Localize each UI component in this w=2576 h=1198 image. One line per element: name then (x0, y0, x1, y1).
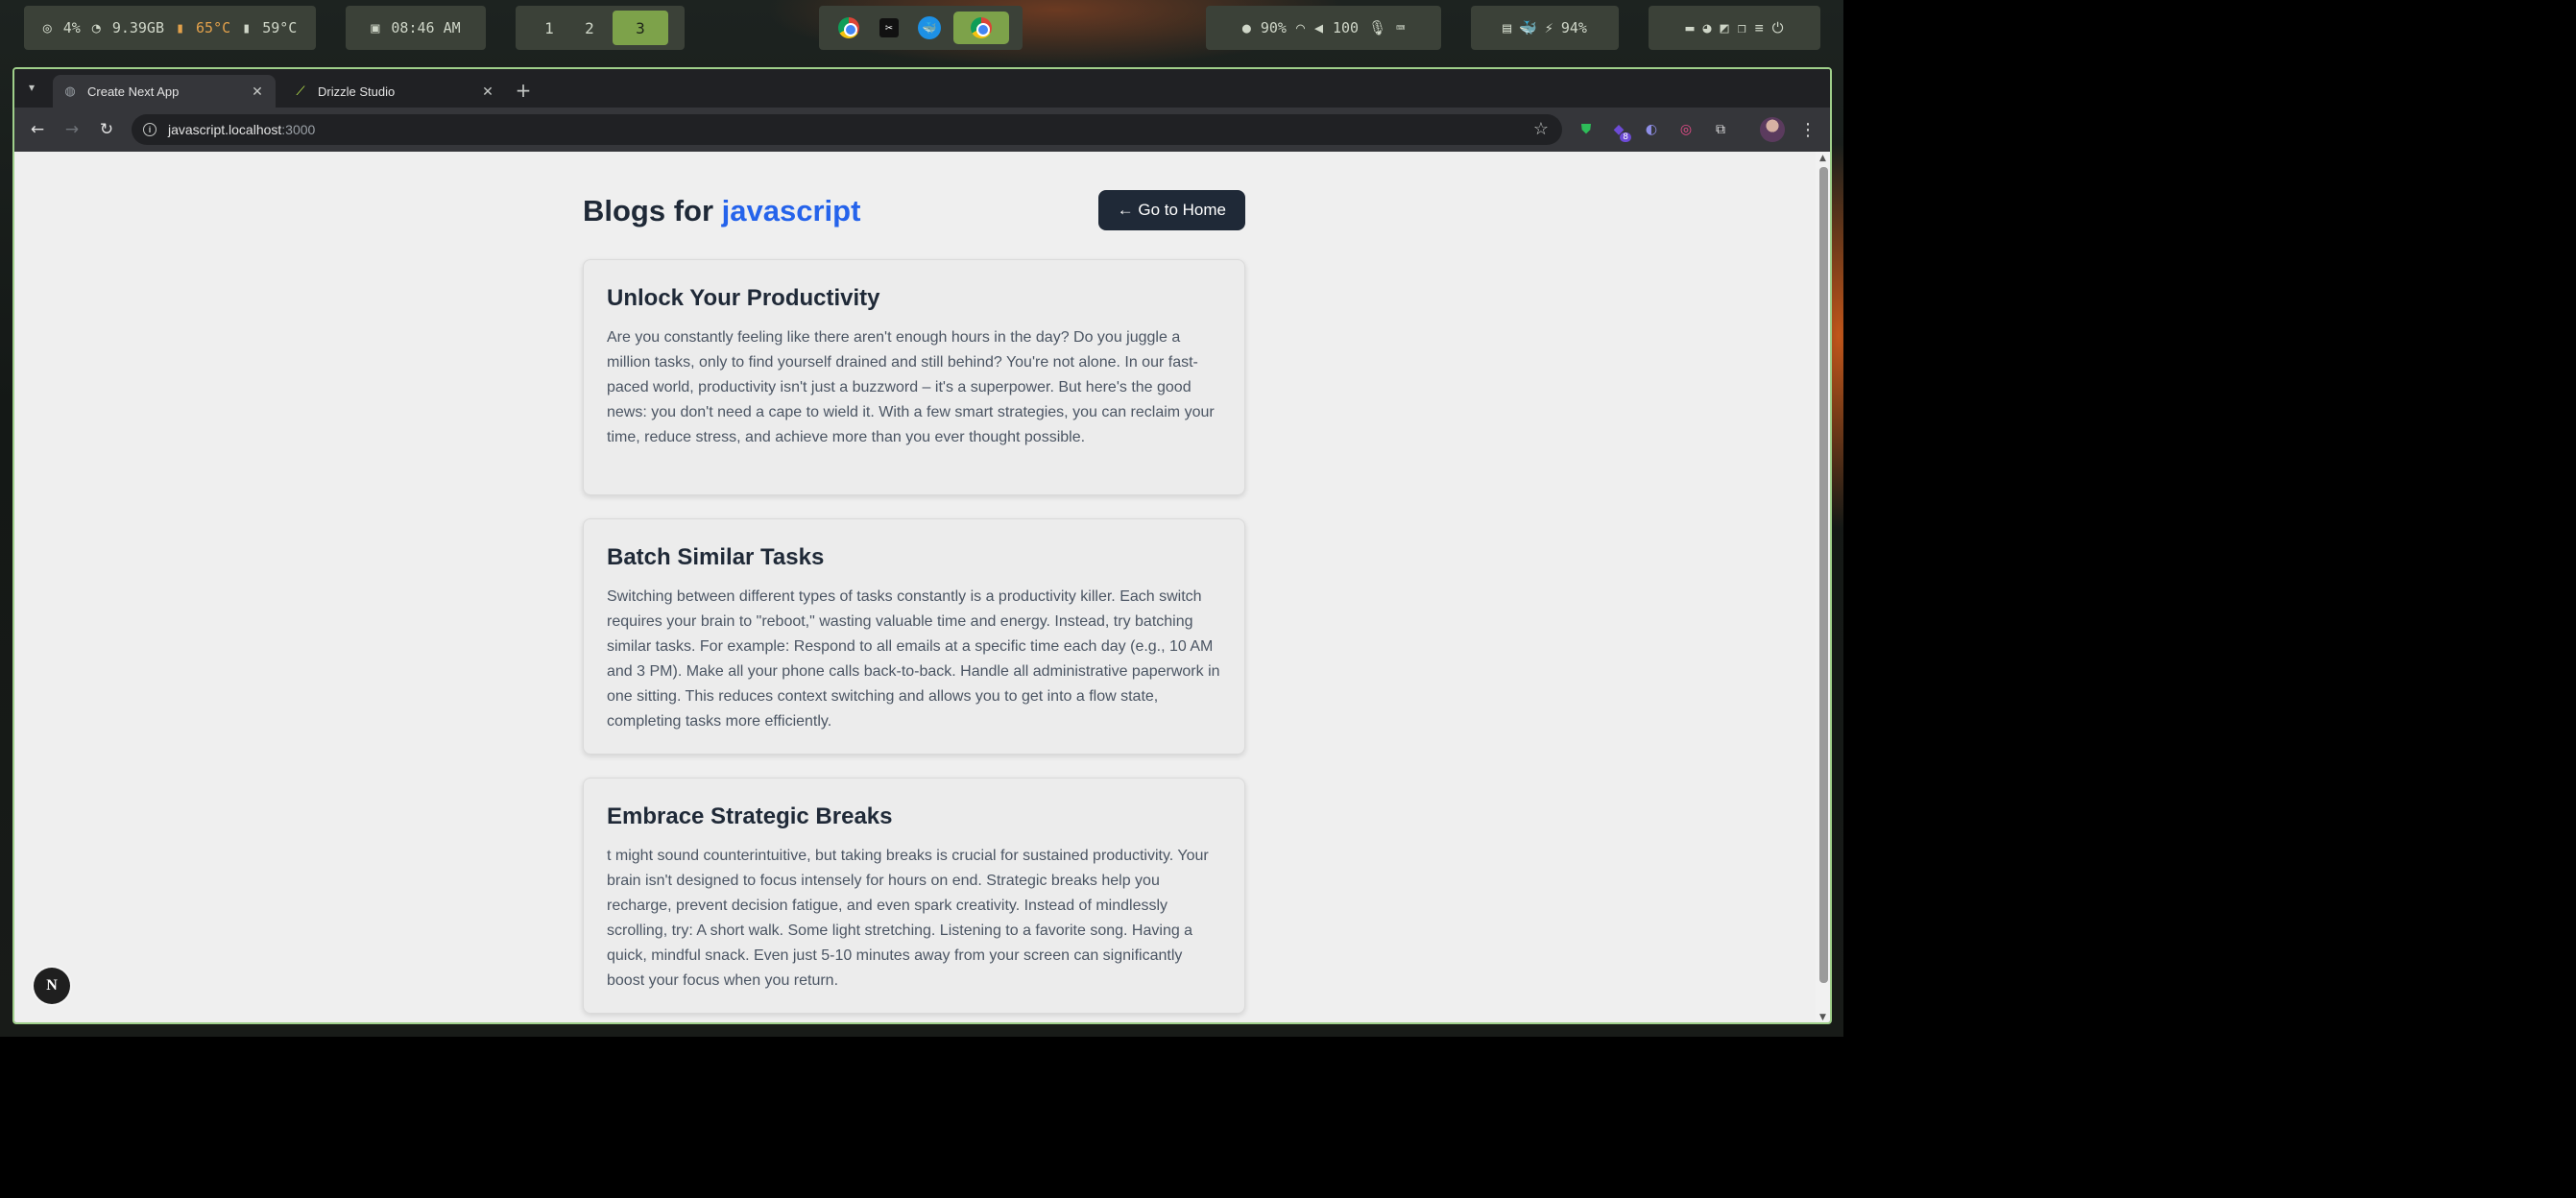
brightness-level: 90% (1260, 19, 1287, 36)
memory-icon: ◔ (91, 19, 101, 36)
brightness-icon[interactable]: ● (1242, 19, 1251, 36)
url-port: :3000 (281, 122, 316, 137)
taskbar-apps: ✂ 🐳 (819, 6, 1023, 50)
page-viewport: Blogs for javascript ← Go to Home Unlock… (14, 152, 1816, 1022)
color-picker-extension-icon[interactable]: ◎ (1675, 119, 1697, 140)
palette-icon[interactable]: ◕ (1703, 19, 1712, 36)
tab-search-chevron-icon[interactable]: ▾ (22, 78, 41, 97)
close-tab-icon[interactable]: ✕ (479, 83, 496, 100)
new-tab-plus-icon[interactable]: + (512, 79, 535, 102)
forward-arrow-icon[interactable]: → (60, 118, 84, 141)
chrome-app-icon[interactable] (832, 12, 865, 44)
page-header: Blogs for javascript ← Go to Home (583, 190, 1245, 234)
docker-tray-icon[interactable]: 🐳 (1519, 19, 1537, 36)
tray-module: ▤ 🐳 ⚡ 94% (1471, 6, 1619, 50)
capcut-app-icon[interactable]: ✂ (873, 12, 905, 44)
session-controls-module: ▬ ◕ ◩ ❐ ≡ ⏻ (1649, 6, 1820, 50)
go-to-home-button[interactable]: ← Go to Home (1097, 190, 1245, 230)
clock-time: 08:46 AM (391, 19, 461, 36)
volume-level: 100 (1333, 19, 1360, 36)
thermometer-icon: ▮ (176, 19, 185, 36)
power-plug-icon: ⚡ (1544, 19, 1553, 36)
close-tab-icon[interactable]: ✕ (249, 83, 266, 100)
wifi-icon[interactable]: ◠ (1296, 19, 1305, 36)
tab-title: Drizzle Studio (318, 84, 396, 99)
more-menu-icon[interactable]: ⋮ (1798, 118, 1818, 141)
cpu-temperature: 65°C (196, 19, 231, 36)
tab-drizzle-studio[interactable]: ⟋ Drizzle Studio ✕ (283, 75, 506, 108)
cpu-usage: 4% (62, 19, 81, 36)
blog-card: Unlock Your Productivity Are you constan… (583, 259, 1245, 495)
profile-avatar[interactable] (1760, 117, 1785, 142)
page-title-prefix: Blogs for (583, 194, 722, 228)
workspace-2[interactable]: 2 (572, 11, 607, 45)
system-controls-module: ● 90% ◠ ◀ 100 🎙 ⌨ (1206, 6, 1441, 50)
globe-icon: ◍ (64, 84, 76, 98)
blog-body: t might sound counterintuitive, but taki… (607, 848, 1209, 989)
workspace-1[interactable]: 1 (532, 11, 566, 45)
blog-body: Are you constantly feeling like there ar… (607, 329, 1215, 445)
planet-extension-icon[interactable]: ◐ (1641, 119, 1662, 140)
docker-app-icon[interactable]: 🐳 (913, 12, 946, 44)
nextjs-dev-indicator[interactable]: N (34, 968, 70, 1004)
gpu-temperature: 59°C (262, 19, 298, 36)
blog-title: Batch Similar Tasks (607, 544, 825, 570)
scroll-down-arrow-icon[interactable]: ▼ (1819, 1013, 1826, 1022)
site-info-icon[interactable]: i (143, 123, 156, 136)
extension-badge-icon[interactable]: ◆ 8 (1608, 119, 1631, 142)
chrome-active-app-icon[interactable] (953, 12, 1009, 44)
notifications-icon[interactable]: ≡ (1755, 19, 1764, 36)
cpu-icon: ◎ (42, 19, 52, 36)
microphone-icon[interactable]: 🎙 (1368, 19, 1386, 36)
scrollbar-thumb[interactable] (1819, 167, 1828, 983)
calendar-icon: ▣ (371, 19, 380, 36)
battery-level: 94% (1560, 19, 1587, 36)
page-title-topic: javascript (721, 194, 861, 228)
back-arrow-icon[interactable]: ← (26, 118, 49, 141)
extensions-puzzle-icon[interactable]: ⧉ (1710, 119, 1731, 140)
blog-title: Embrace Strategic Breaks (607, 803, 893, 829)
thermometer-icon: ▮ (242, 19, 252, 36)
tab-title: Create Next App (87, 84, 180, 99)
memory-usage: 9.39GB (111, 19, 164, 36)
scroll-up-arrow-icon[interactable]: ▲ (1819, 154, 1826, 163)
screenshot-icon[interactable]: ◩ (1721, 19, 1729, 36)
blog-card: Embrace Strategic Breaks t might sound c… (583, 778, 1245, 1014)
volume-icon[interactable]: ◀ (1314, 19, 1323, 36)
drizzle-icon: ⟋ (296, 84, 305, 98)
vertical-scrollbar[interactable]: ▲ ▼ (1816, 152, 1830, 1022)
clipboard-icon[interactable]: ❐ (1738, 19, 1746, 36)
page-title: Blogs for javascript (583, 194, 860, 228)
workspace-switcher: 1 2 3 (516, 6, 685, 50)
empty-area-right (1843, 0, 2576, 1198)
blog-card: Batch Similar Tasks Switching between di… (583, 518, 1245, 755)
keyboard-icon[interactable]: ⌨ (1396, 19, 1405, 36)
blog-title: Unlock Your Productivity (607, 285, 880, 311)
lock-icon[interactable]: ▬ (1685, 19, 1694, 36)
power-icon[interactable]: ⏻ (1772, 19, 1784, 36)
browser-toolbar: ← → ↻ i javascript.localhost:3000 ☆ ⛊ ◆ 8… (14, 108, 1830, 152)
address-bar[interactable]: i javascript.localhost:3000 ☆ (132, 114, 1562, 145)
browser-window: ▾ ◍ Create Next App ✕ ⟋ Drizzle Studio ✕… (12, 67, 1832, 1024)
tray-app-icon[interactable]: ▤ (1503, 19, 1511, 36)
bookmark-star-icon[interactable]: ☆ (1533, 119, 1549, 139)
shield-extension-icon[interactable]: ⛊ (1576, 119, 1597, 140)
extension-badge-count: 8 (1620, 132, 1631, 142)
tab-strip: ▾ ◍ Create Next App ✕ ⟋ Drizzle Studio ✕… (14, 69, 1830, 108)
empty-area-bottom (0, 1037, 2576, 1198)
tab-create-next-app[interactable]: ◍ Create Next App ✕ (53, 75, 276, 108)
clock-module[interactable]: ▣ 08:46 AM (346, 6, 486, 50)
reload-icon[interactable]: ↻ (95, 118, 118, 141)
system-stats-module: ◎ 4% ◔ 9.39GB ▮ 65°C ▮ 59°C (24, 6, 316, 50)
url-host: javascript.localhost (168, 122, 282, 137)
blog-body: Switching between different types of tas… (607, 588, 1220, 730)
workspace-3[interactable]: 3 (613, 11, 668, 45)
